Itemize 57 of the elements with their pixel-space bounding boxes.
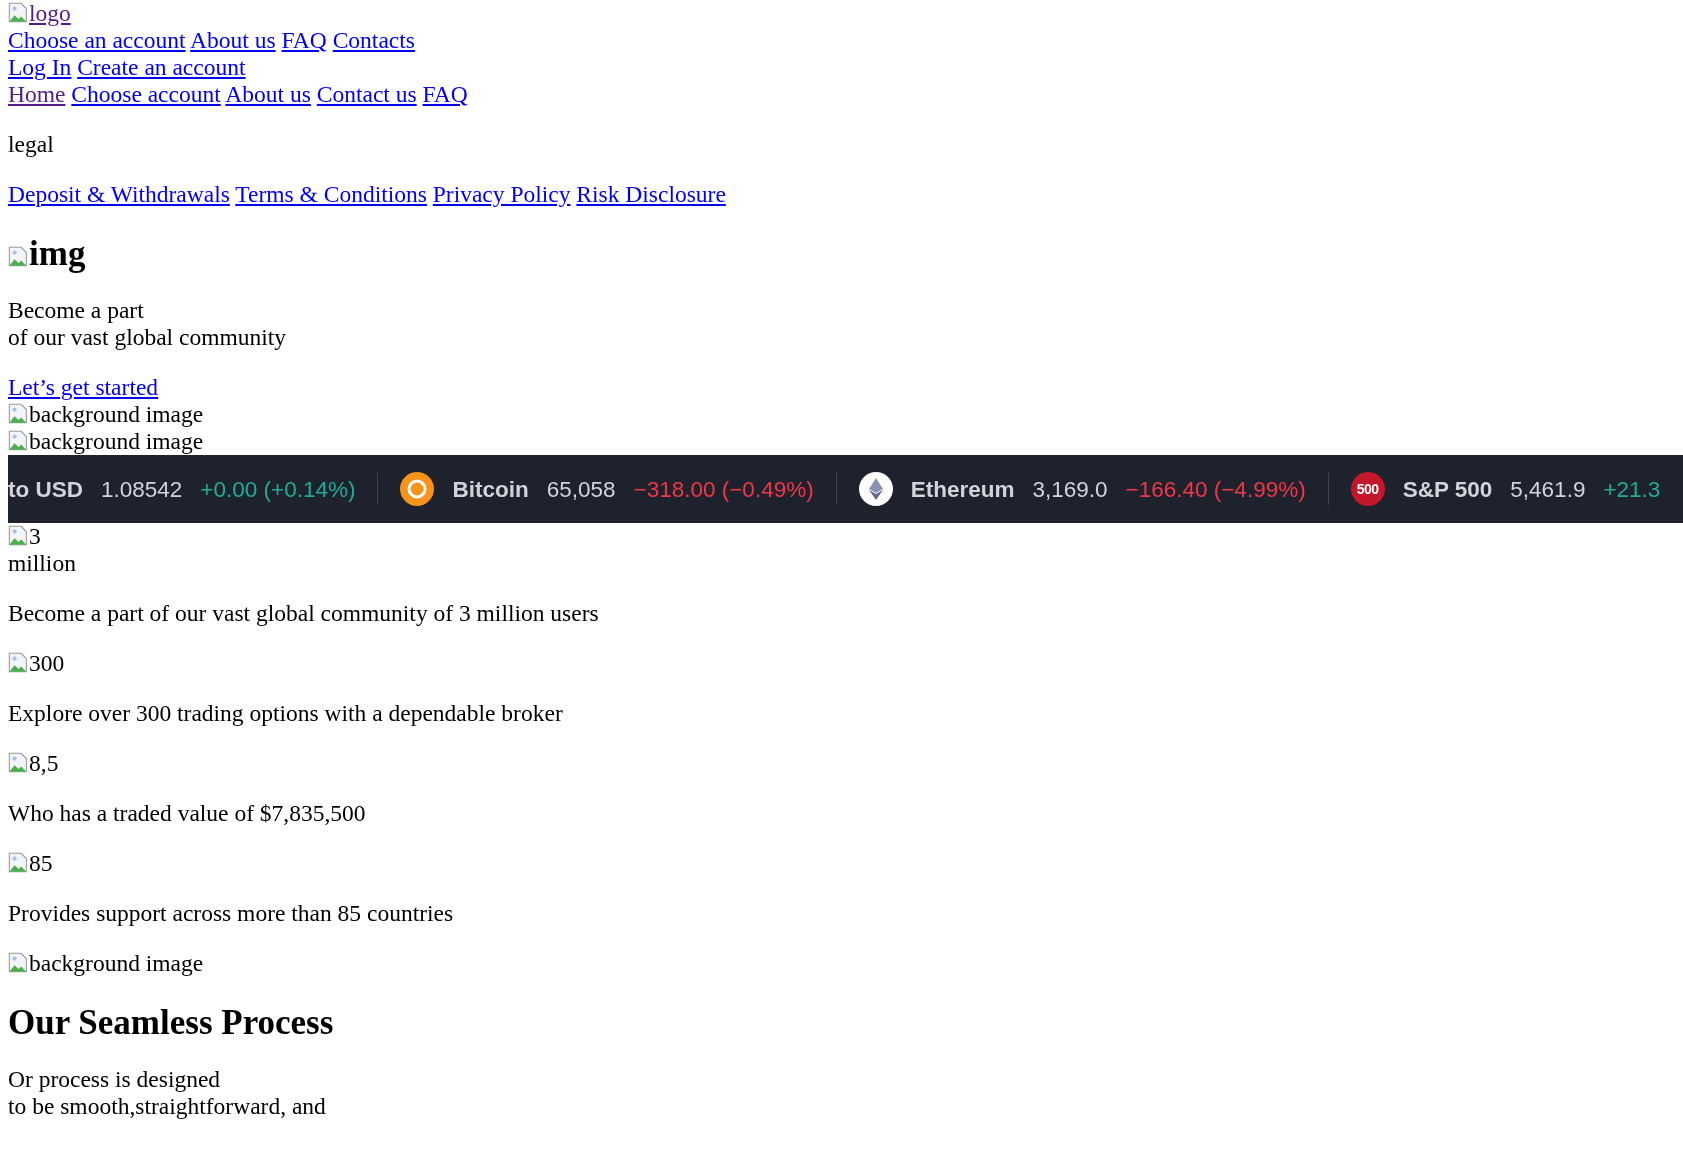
image-alt-text: background image [8, 401, 204, 427]
ticker-change: +0.00 (+0.14%) [200, 475, 356, 503]
link[interactable]: About us [190, 27, 276, 53]
link[interactable]: About us [225, 81, 311, 107]
broken-image-icon [8, 2, 29, 23]
hero-text: Become a part of our vast global community [8, 297, 288, 351]
index-badge: 500 [1350, 472, 1385, 506]
ticker-price: 3,169.0 [1032, 475, 1108, 503]
ticker-change: −166.40 (−4.99%) [1125, 475, 1306, 503]
image-alt-text: img [8, 234, 86, 273]
link[interactable]: FAQ [281, 27, 327, 53]
image-alt-text: 3 [8, 523, 41, 549]
ticker-change: −318.00 (−0.49%) [633, 475, 814, 503]
image-alt-text: background image [8, 950, 204, 976]
image-alt-text: background image [8, 428, 204, 454]
link[interactable]: Risk Disclosure [576, 181, 726, 207]
ticker-change: +21.3 [1603, 475, 1661, 503]
image-alt-text: 85 [8, 850, 53, 876]
stat-description: Who has a traded value of $7,835,500 [8, 800, 367, 827]
section-heading: Our Seamless Process [8, 1003, 335, 1043]
ticker-price: 5,461.9 [1510, 475, 1586, 503]
link[interactable]: Home [8, 81, 66, 107]
ticker-price: 65,058 [546, 475, 616, 503]
link[interactable]: Choose account [71, 81, 221, 107]
ticker-name: to USD [8, 475, 83, 503]
link[interactable]: Log In [8, 54, 72, 80]
link[interactable]: Privacy Policy [432, 181, 571, 207]
broken-image-icon [8, 246, 29, 267]
stat-description: Become a part of our vast global community of 3 million users [8, 600, 600, 627]
logo-link[interactable]: logo [8, 0, 71, 26]
link[interactable]: Terms & Conditions [235, 181, 427, 207]
link[interactable]: Deposit & Withdrawals [8, 181, 230, 207]
image-alt-text: 8,5 [8, 750, 59, 776]
ticker-name: Ethereum [910, 475, 1015, 503]
section-label: legal [8, 131, 55, 158]
broken-image-icon [8, 852, 29, 873]
broken-image-icon [8, 403, 29, 424]
stat-unit: million [8, 550, 77, 577]
link[interactable]: Contacts [332, 27, 415, 53]
broken-image-icon [8, 752, 29, 773]
ticker-price: 1.08542 [101, 475, 183, 503]
link[interactable]: Choose an account [8, 27, 186, 53]
stat-description: Provides support across more than 85 countries [8, 900, 455, 927]
broken-image-icon [8, 525, 29, 546]
broken-image-icon [8, 652, 29, 673]
link[interactable]: Contact us [316, 81, 417, 107]
broken-image-icon [8, 952, 29, 973]
cta-link[interactable]: Let’s get started [8, 374, 159, 400]
stat-description: Explore over 300 trading options with a dependable broker [8, 700, 564, 727]
link[interactable]: Create an account [77, 54, 246, 80]
broken-image-icon [8, 430, 29, 451]
coin-icon [400, 472, 435, 506]
process-text: Or process is designed to be smooth,straightforward, and [8, 1066, 327, 1120]
image-alt-text: 300 [8, 650, 65, 676]
link[interactable]: FAQ [422, 81, 468, 107]
ticker-name: Bitcoin [452, 475, 529, 503]
ticker-name: S&P 500 [1402, 475, 1493, 503]
